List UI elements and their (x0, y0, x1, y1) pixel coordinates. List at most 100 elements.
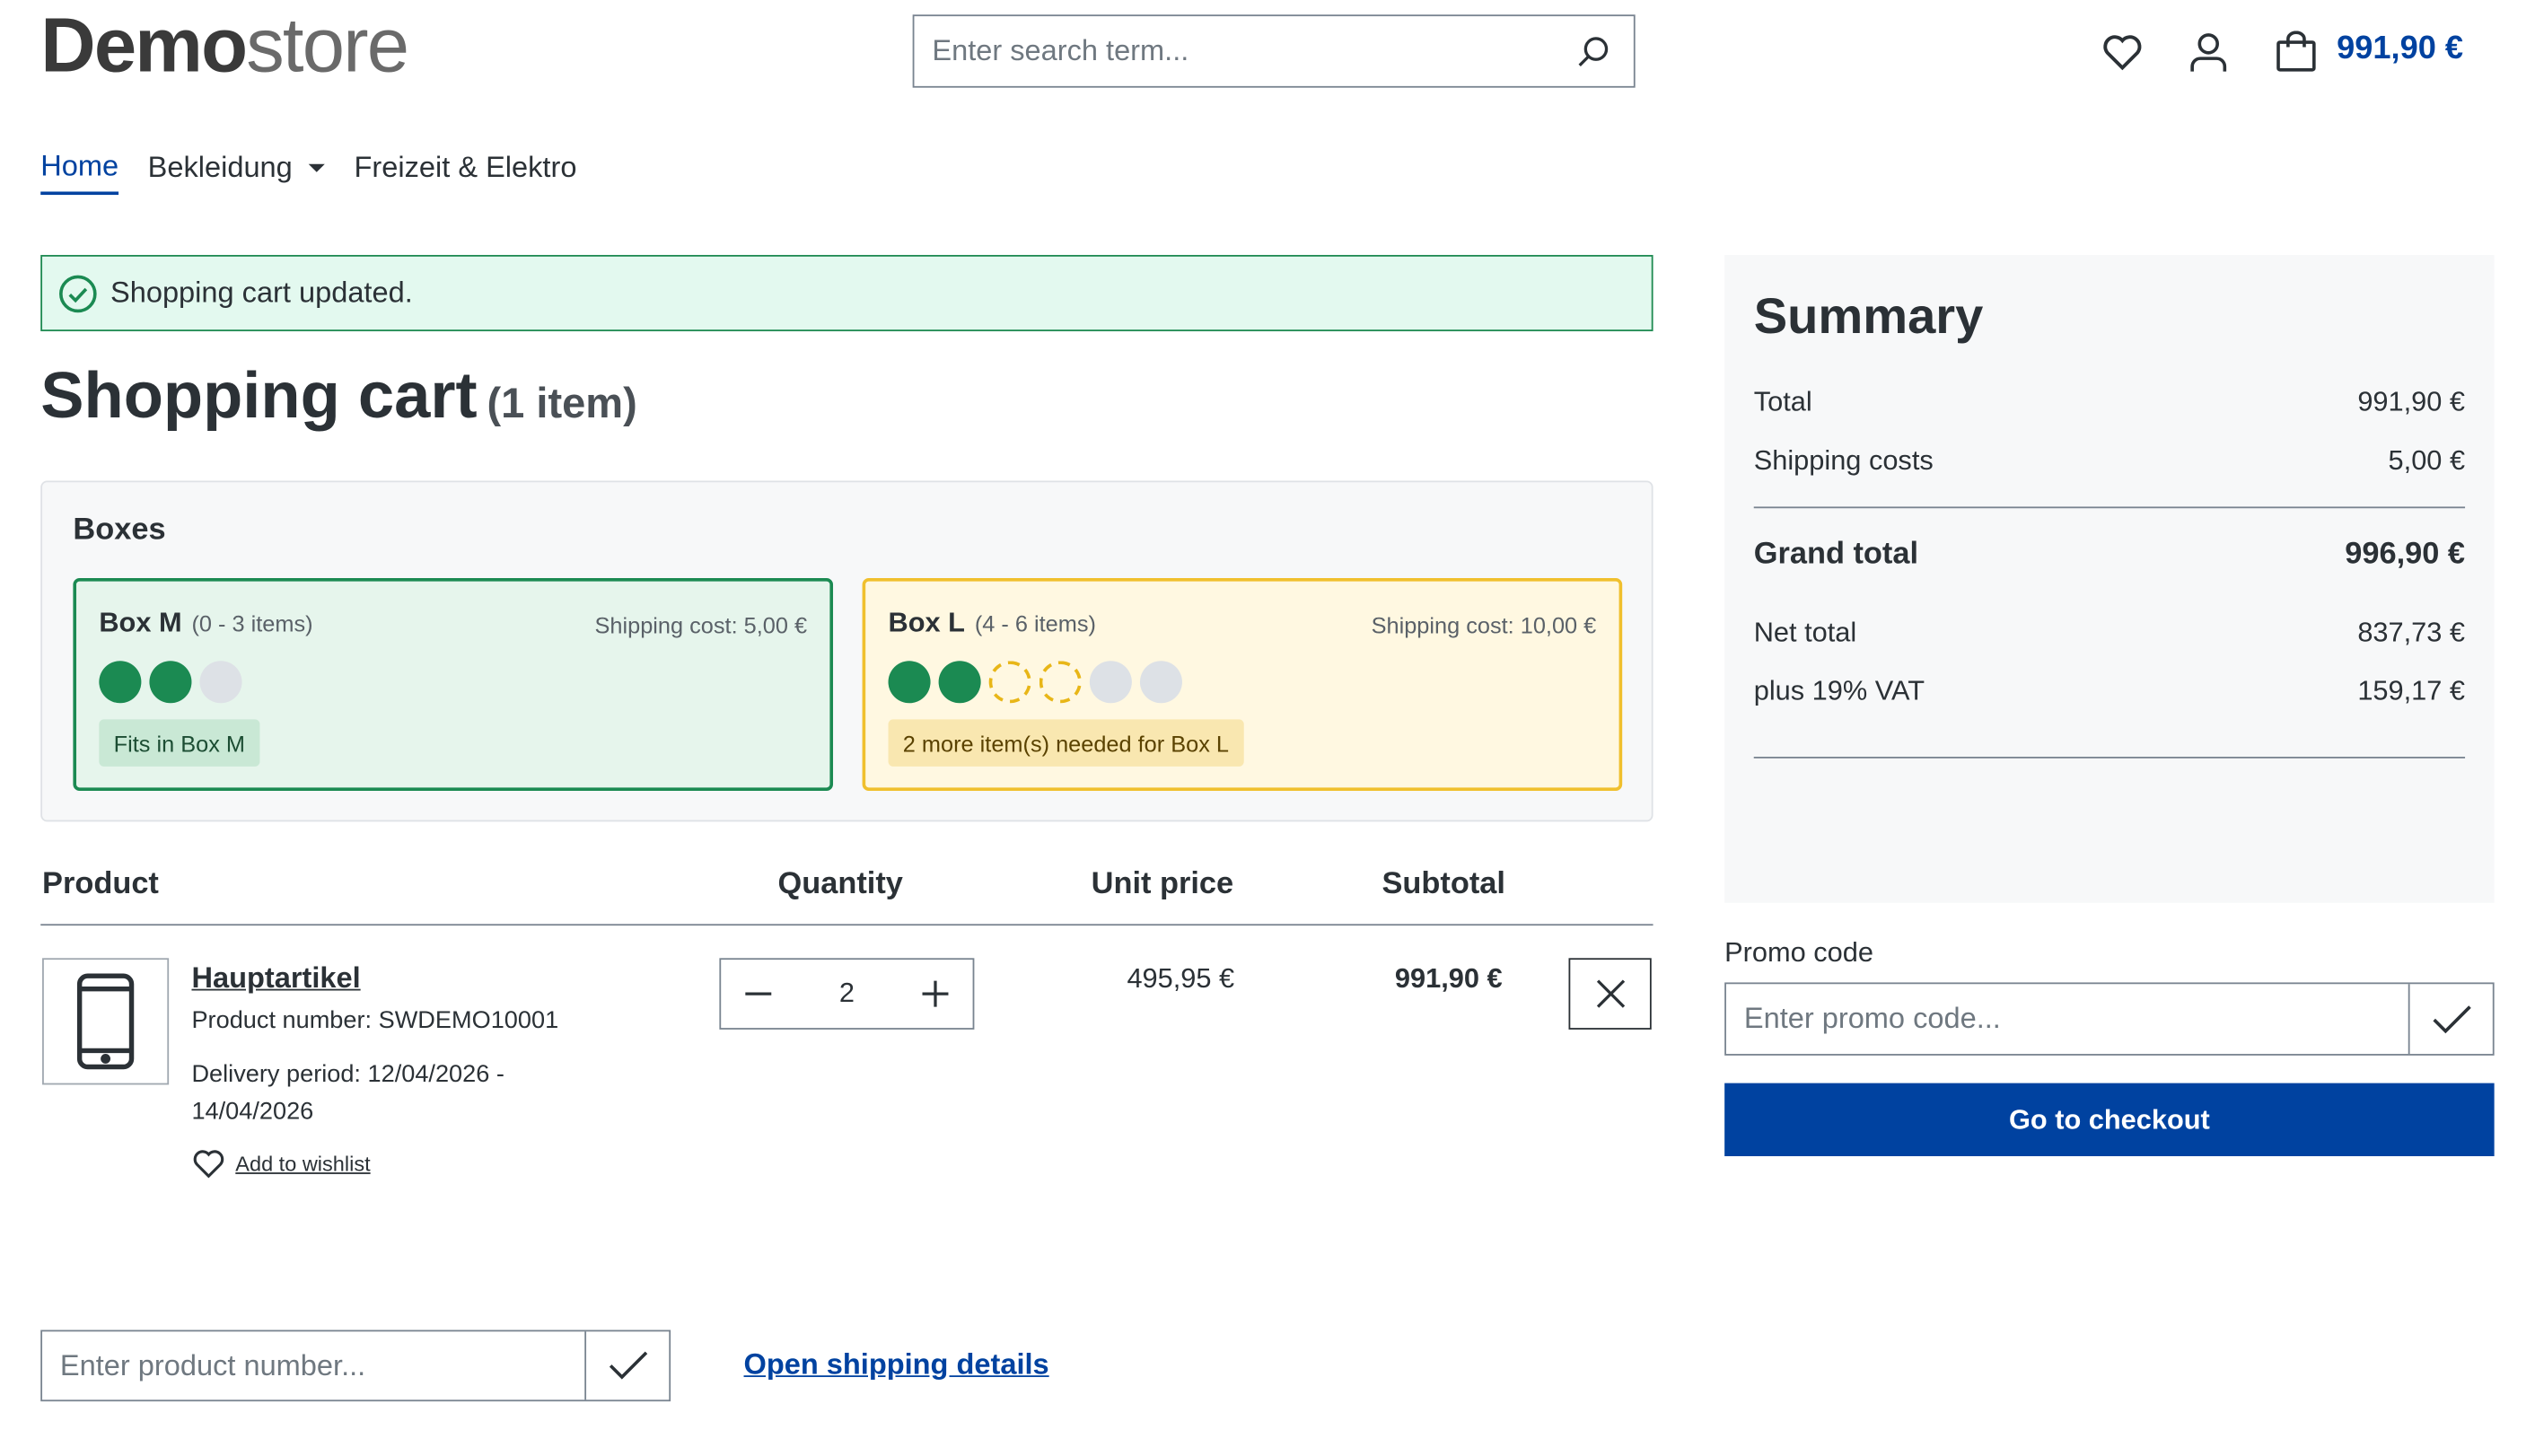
order-summary: Summary Total 991,90 € Shipping costs 5,00… (1724, 255, 2495, 903)
store-logo[interactable]: Demostore (40, 1, 409, 88)
checkout-button[interactable]: Go to checkout (1724, 1083, 2495, 1157)
summary-row-total: Total 991,90 € (1754, 387, 2465, 419)
box-slots (99, 661, 242, 704)
checkmark-icon (609, 1351, 647, 1380)
nav-item-freizeit[interactable]: Freizeit & Elektro (355, 149, 577, 195)
bag-icon (2276, 31, 2316, 72)
app-root: Demostore 991,90 € Home Bekleidung Freiz… (0, 0, 2535, 1455)
box-status-badge: Fits in Box M (99, 719, 260, 767)
nav-item-label: Freizeit & Elektro (354, 151, 577, 184)
heart-icon (193, 1150, 224, 1179)
page-title-text: Shopping cart (40, 360, 478, 433)
caret-down-icon (308, 163, 325, 172)
table-divider (40, 924, 1653, 926)
plus-icon (922, 980, 949, 1007)
product-number: Product number: SWDEMO10001 (191, 1006, 559, 1035)
summary-title: Summary (1753, 287, 1984, 345)
check-circle-icon (59, 274, 97, 312)
product-number-input[interactable] (42, 1331, 585, 1400)
slot-filled (888, 661, 931, 704)
increase-quantity-button[interactable] (898, 960, 972, 1028)
user-icon (2190, 33, 2227, 72)
wishlist-label: Add to wishlist (235, 1151, 371, 1176)
cart-button[interactable] (2272, 28, 2320, 76)
summary-label: Net total (1753, 617, 1857, 648)
line-subtotal: 991,90 € (1394, 962, 1503, 995)
box-shipping-cost: Shipping cost: 10,00 € (1371, 611, 1597, 638)
summary-value: 159,17 € (2357, 675, 2466, 706)
nav-item-label: Bekleidung (147, 151, 293, 184)
summary-value: 5,00 € (2388, 444, 2466, 477)
box-name: Box L (4 - 6 items) (889, 608, 1096, 640)
close-icon (1596, 979, 1625, 1008)
alert-message: Shopping cart updated. (110, 276, 413, 309)
quantity-stepper: 2 (719, 958, 975, 1030)
summary-label: Grand total (1753, 537, 1919, 572)
checkmark-icon (2432, 1004, 2470, 1033)
slot-empty (1139, 661, 1182, 704)
nav-item-home[interactable]: Home (40, 149, 119, 196)
summary-label: Total (1753, 386, 1812, 417)
promo-submit-button[interactable] (2408, 984, 2493, 1055)
main-nav: Home Bekleidung Freizeit & Elektro (40, 149, 577, 196)
box-m-card: Box M (0 - 3 items) Shipping cost: 5,00 €… (73, 578, 834, 791)
boxes-label: Boxes (73, 513, 166, 548)
slot-needed (988, 661, 1031, 704)
smartphone-icon (76, 973, 135, 1070)
slot-empty (1089, 661, 1132, 704)
summary-label: Shipping costs (1753, 444, 1934, 477)
column-header-quantity: Quantity (777, 867, 903, 901)
search-input[interactable] (914, 16, 1553, 86)
shipping-details-link[interactable]: Open shipping details (744, 1347, 1049, 1381)
success-alert: Shopping cart updated. (40, 255, 1653, 332)
box-range: (4 - 6 items) (974, 610, 1096, 637)
box-name: Box M (0 - 3 items) (99, 608, 312, 640)
logo-light: store (246, 1, 409, 88)
box-range: (0 - 3 items) (191, 610, 313, 637)
column-header-subtotal: Subtotal (1382, 867, 1505, 901)
slot-needed (1039, 661, 1082, 704)
search-icon (1578, 36, 1609, 66)
remove-item-button[interactable] (1568, 958, 1652, 1030)
product-name-link[interactable]: Hauptartikel (191, 961, 360, 996)
box-shipping-cost: Shipping cost: 5,00 € (594, 611, 808, 638)
summary-row-vat: plus 19% VAT 159,17 € (1754, 676, 2465, 708)
delivery-period: Delivery period: 12/04/2026 - 14/04/2026 (191, 1060, 504, 1126)
slot-empty (199, 661, 242, 704)
nav-item-label: Home (40, 149, 119, 182)
item-count: (1 item) (487, 378, 637, 427)
unit-price: 495,95 € (1127, 962, 1235, 995)
decrease-quantity-button[interactable] (721, 960, 795, 1028)
slot-filled (99, 661, 142, 704)
page-title: Shopping cart (1 item) (40, 361, 637, 434)
search-button[interactable] (1552, 16, 1633, 86)
box-title: Box L (888, 607, 965, 638)
summary-value: 996,90 € (2345, 537, 2466, 572)
add-product-button[interactable] (584, 1331, 669, 1400)
box-l-card: Box L (4 - 6 items) Shipping cost: 10,00 … (862, 578, 1623, 791)
logo-bold: Demo (40, 1, 248, 88)
product-thumbnail[interactable] (42, 958, 170, 1085)
summary-value: 991,90 € (2357, 386, 2466, 417)
add-product-form (40, 1329, 671, 1402)
slot-filled (149, 661, 192, 704)
cart-total[interactable]: 991,90 € (2337, 31, 2463, 68)
box-slots (888, 661, 1182, 704)
heart-icon (2103, 35, 2142, 71)
search-bar (912, 14, 1636, 88)
summary-label: plus 19% VAT (1753, 675, 1925, 706)
summary-row-grand-total: Grand total 996,90 € (1754, 538, 2465, 574)
minus-icon (745, 992, 772, 996)
slot-filled (938, 661, 981, 704)
promo-code-label: Promo code (1724, 936, 1873, 969)
boxes-panel: Boxes Box M (0 - 3 items) Shipping cost: … (40, 480, 1653, 822)
quantity-value[interactable]: 2 (795, 978, 898, 1010)
nav-item-bekleidung[interactable]: Bekleidung (148, 149, 325, 195)
add-to-wishlist-link[interactable]: Add to wishlist (191, 1148, 371, 1179)
promo-code-input[interactable] (1725, 984, 2408, 1055)
summary-value: 837,73 € (2357, 617, 2466, 648)
box-title: Box M (99, 607, 182, 638)
account-button[interactable] (2184, 28, 2232, 76)
promo-code-form (1724, 982, 2495, 1056)
wishlist-button[interactable] (2098, 28, 2146, 76)
